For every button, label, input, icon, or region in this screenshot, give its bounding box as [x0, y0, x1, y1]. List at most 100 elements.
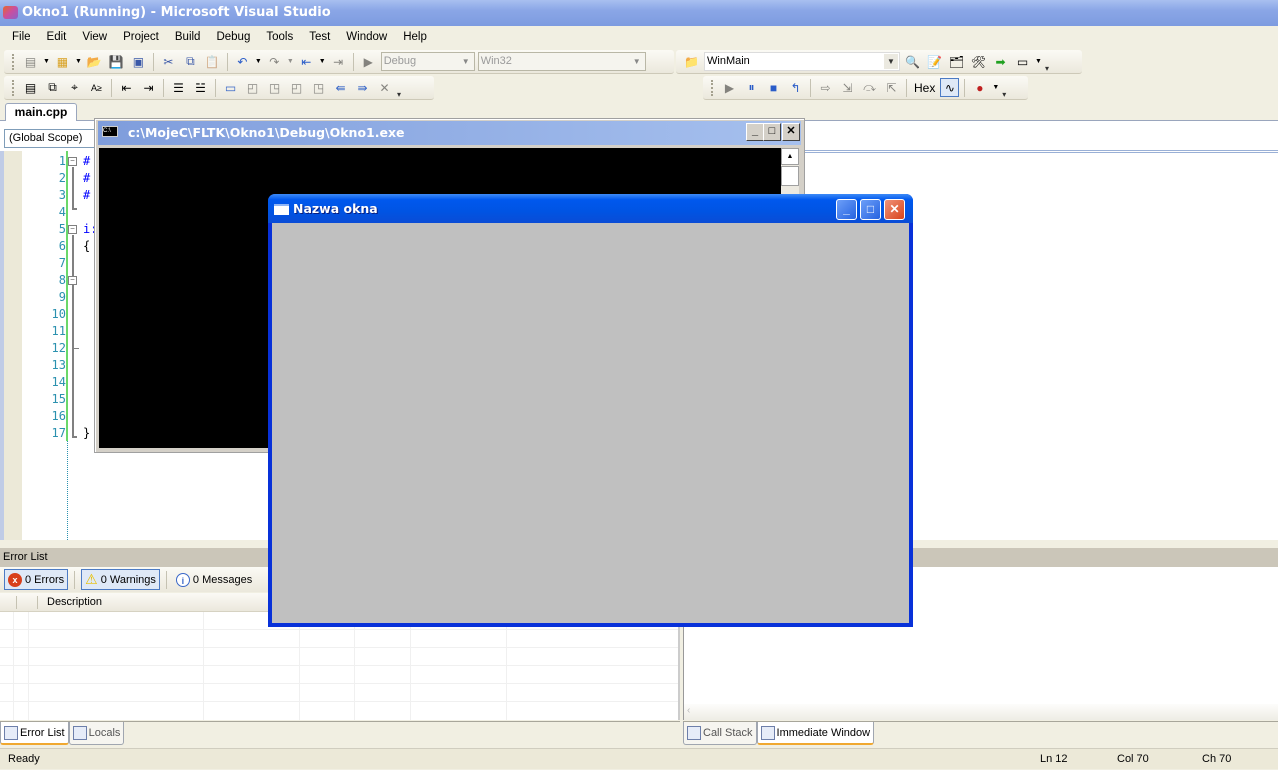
increase-indent-icon[interactable]: ⇥: [139, 78, 158, 97]
uncomment-icon[interactable]: ☱: [191, 78, 210, 97]
cut-icon[interactable]: ✂: [159, 52, 178, 71]
menu-test[interactable]: Test: [301, 27, 338, 48]
previous-bookmark-folder-icon[interactable]: ◰: [287, 78, 306, 97]
break-all-icon[interactable]: ⏸: [742, 78, 761, 97]
toolbar-grip[interactable]: [12, 79, 15, 96]
warnings-filter-button[interactable]: ⚠ 0 Warnings: [81, 569, 160, 590]
menu-project[interactable]: Project: [115, 27, 167, 48]
minimize-button[interactable]: _: [746, 123, 764, 141]
fltk-window[interactable]: Nazwa okna _ □ ✕: [268, 194, 913, 627]
line-number: 4: [58, 205, 66, 219]
menu-view[interactable]: View: [74, 27, 115, 48]
tab-immediate-window[interactable]: Immediate Window: [756, 722, 875, 745]
clear-bookmarks-icon[interactable]: ✕: [375, 78, 394, 97]
scope-dropdown[interactable]: (Global Scope): [4, 129, 96, 148]
menu-build[interactable]: Build: [167, 27, 209, 48]
collapse-icon[interactable]: −: [68, 225, 77, 234]
object-browser-icon[interactable]: 🗂: [947, 52, 966, 71]
menu-debug[interactable]: Debug: [208, 27, 258, 48]
messages-filter-button[interactable]: i0 Messages: [173, 569, 255, 590]
step-into-icon[interactable]: ⇲: [838, 78, 857, 97]
scroll-up-icon[interactable]: ▲: [781, 148, 799, 165]
maximize-button[interactable]: □: [763, 123, 781, 141]
save-all-icon[interactable]: ▣: [129, 52, 148, 71]
title-bar: Okno1 (Running) - Microsoft Visual Studi…: [0, 0, 1278, 26]
close-button[interactable]: ✕: [782, 123, 800, 141]
tab-locals[interactable]: Locals: [68, 722, 125, 745]
decrease-indent-icon[interactable]: ⇤: [117, 78, 136, 97]
toolbar-grip[interactable]: [711, 79, 714, 96]
locals-icon: [72, 726, 87, 740]
show-next-statement-icon[interactable]: ⇨: [816, 78, 835, 97]
toolbar-grip[interactable]: [12, 53, 15, 70]
command-window-icon[interactable]: ▭: [1013, 52, 1032, 71]
continue-icon[interactable]: ▶: [720, 78, 739, 97]
maximize-button[interactable]: □: [860, 199, 881, 220]
toggle-bookmark-icon[interactable]: ▭: [221, 78, 240, 97]
column-description[interactable]: Description: [47, 593, 102, 612]
redo-icon[interactable]: ↷: [265, 52, 284, 71]
solution-explorer-icon[interactable]: 🔍: [903, 52, 922, 71]
comment-icon[interactable]: ☰: [169, 78, 188, 97]
add-item-icon[interactable]: ▤: [21, 52, 40, 71]
tab-main-cpp[interactable]: main.cpp: [5, 103, 77, 121]
next-bookmark-document-icon[interactable]: ⇛: [353, 78, 372, 97]
menu-tools[interactable]: Tools: [258, 27, 301, 48]
previous-bookmark-document-icon[interactable]: ⇚: [331, 78, 350, 97]
quick-info-icon[interactable]: ⌖: [65, 78, 84, 97]
properties-icon[interactable]: 📝: [925, 52, 944, 71]
line-number: 15: [51, 392, 66, 406]
next-bookmark-icon[interactable]: ◳: [265, 78, 284, 97]
open-folder-icon[interactable]: 📂: [85, 52, 104, 71]
toolbar-overflow-icon[interactable]: ▾: [1045, 51, 1053, 73]
copy-icon[interactable]: ⧉: [181, 52, 200, 71]
solution-config-select[interactable]: Debug ▼: [380, 52, 475, 71]
tab-call-stack[interactable]: Call Stack: [683, 722, 757, 745]
minimize-button[interactable]: _: [836, 199, 857, 220]
member-list-icon[interactable]: ▤: [21, 78, 40, 97]
menu-help[interactable]: Help: [395, 27, 435, 48]
menu-window[interactable]: Window: [338, 27, 395, 48]
toolbar-overflow-icon[interactable]: ▾: [1002, 77, 1010, 99]
navigate-backward-icon[interactable]: ⇤: [297, 52, 316, 71]
breakpoint-windows-icon[interactable]: ●: [970, 78, 989, 97]
undo-icon[interactable]: ↶: [233, 52, 252, 71]
fltk-title-bar[interactable]: Nazwa okna: [268, 194, 913, 223]
find-combo[interactable]: WinMain ▼: [704, 52, 900, 71]
next-bookmark-folder-icon[interactable]: ◳: [309, 78, 328, 97]
stop-debugging-icon[interactable]: ■: [764, 78, 783, 97]
paste-icon[interactable]: 📋: [203, 52, 222, 71]
menu-file[interactable]: File: [4, 27, 39, 48]
immediate-window-icon: [760, 725, 775, 740]
save-icon[interactable]: 💾: [107, 52, 126, 71]
step-out-icon[interactable]: ⇱: [882, 78, 901, 97]
errors-filter-button[interactable]: x0 Errors: [4, 569, 69, 590]
platform-select[interactable]: Win32 ▼: [477, 52, 646, 71]
toolbox-icon[interactable]: 🛠: [969, 52, 988, 71]
fltk-window-title: Nazwa okna: [293, 201, 378, 216]
find-in-files-icon[interactable]: 📁: [682, 52, 701, 71]
editor-divider: [805, 150, 1278, 153]
console-title-bar[interactable]: c:\MojeC\FLTK\Okno1\Debug\Okno1.exe: [98, 121, 801, 145]
complete-word-icon[interactable]: A≥: [87, 78, 106, 97]
tab-error-list[interactable]: Error List: [0, 722, 69, 745]
navigate-forward-icon[interactable]: ⇥: [329, 52, 348, 71]
fltk-client-area[interactable]: [272, 223, 909, 623]
previous-bookmark-icon[interactable]: ◰: [243, 78, 262, 97]
start-icon[interactable]: ▶: [359, 52, 378, 71]
collapse-icon[interactable]: −: [68, 276, 77, 285]
scroll-thumb[interactable]: [781, 166, 799, 186]
breakpoints-toggle-icon[interactable]: ∿: [940, 78, 960, 97]
collapse-icon[interactable]: −: [68, 157, 77, 166]
horizontal-scrollbar[interactable]: ‹: [683, 704, 1278, 720]
toolbar-overflow-icon[interactable]: ▾: [397, 77, 405, 99]
parameter-info-icon[interactable]: ⧉: [43, 78, 62, 97]
start-page-icon[interactable]: ➡: [991, 52, 1010, 71]
hex-button[interactable]: Hex: [912, 78, 937, 97]
new-project-icon[interactable]: ▦: [53, 52, 72, 71]
scroll-left-icon[interactable]: ‹: [687, 705, 690, 716]
close-button[interactable]: ✕: [884, 199, 905, 220]
restart-icon[interactable]: ↰: [786, 78, 805, 97]
menu-edit[interactable]: Edit: [39, 27, 75, 48]
step-over-icon[interactable]: ⤼: [860, 78, 879, 97]
